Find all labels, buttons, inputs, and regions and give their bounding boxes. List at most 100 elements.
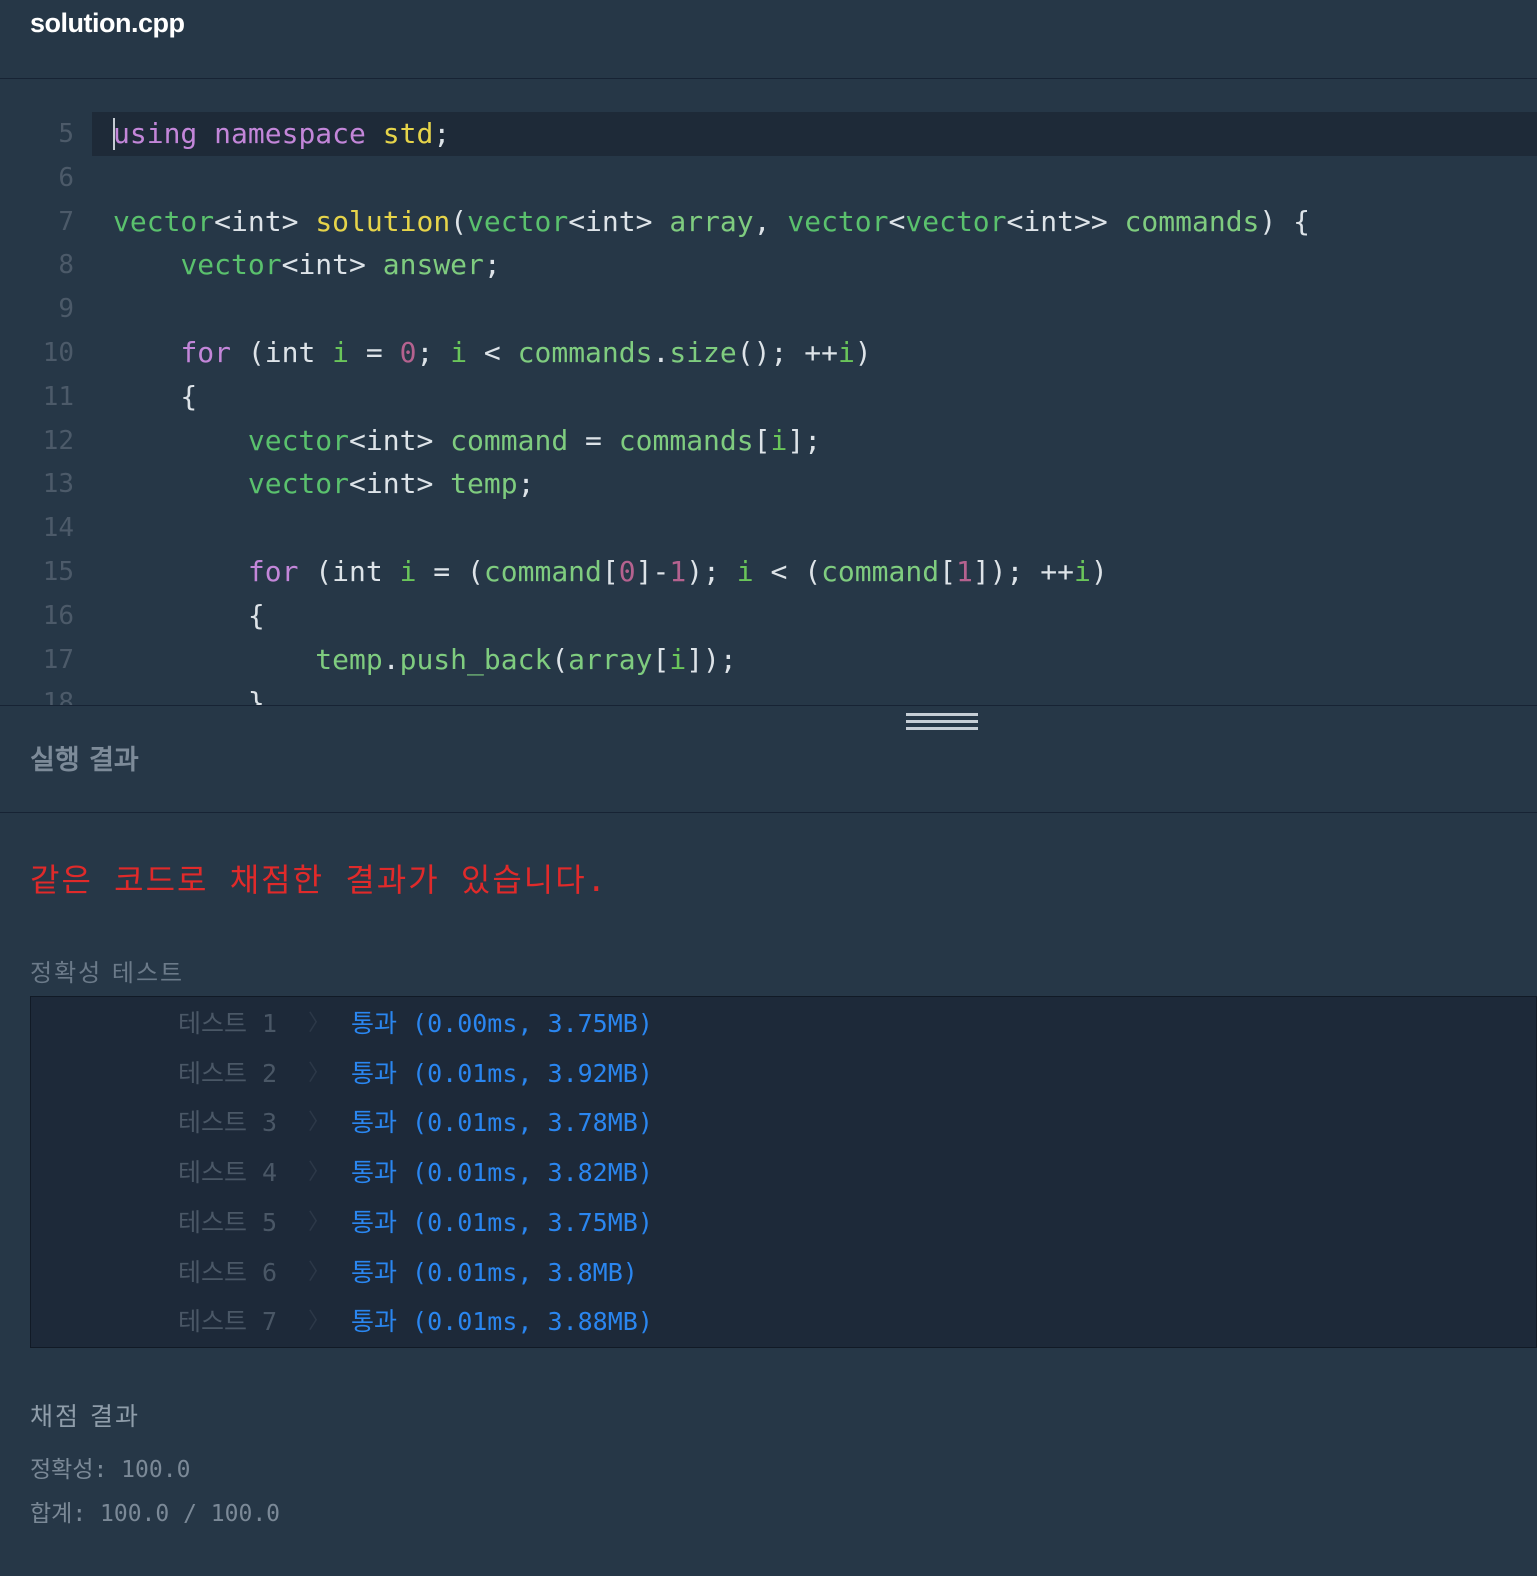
code-token: vector — [247, 467, 350, 501]
code-line[interactable]: 18 } — [0, 681, 1537, 706]
code-token: namespace — [214, 117, 366, 150]
code-line[interactable]: 5 using namespace std; — [58, 112, 1537, 156]
code-line[interactable]: 8 vector<int> answer; — [0, 243, 1537, 287]
result-divider — [0, 812, 1537, 813]
code-token: , — [753, 204, 788, 238]
line-number: 12 — [42, 425, 74, 456]
score-title: 채점 결과 — [30, 1402, 140, 1431]
file-name: solution.cpp — [30, 8, 185, 38]
code-text: vector<int> command = commands[i]; — [113, 419, 821, 463]
code-token: ; — [483, 248, 501, 282]
code-line[interactable]: 10 for (int i = 0; i < commands.size(); … — [0, 331, 1537, 375]
chevron-right-icon: 〉 — [308, 1160, 331, 1186]
test-result: 통과 (0.01ms, 3.82MB) — [351, 1158, 653, 1188]
code-token: solution — [315, 204, 451, 238]
test-row: 테스트 1 〉 통과 (0.00ms, 3.75MB) — [31, 999, 1531, 1049]
code-token: = — [568, 423, 619, 457]
test-row: 테스트 2 〉 통과 (0.01ms, 3.92MB) — [31, 1049, 1531, 1099]
code-token: vector — [247, 423, 350, 457]
code-text: } — [113, 681, 265, 706]
test-result: 통과 (0.01ms, 3.92MB) — [351, 1058, 653, 1088]
test-label: 테스트 2 — [178, 1058, 278, 1088]
code-token: i — [450, 336, 468, 369]
code-line[interactable]: 13 vector<int> temp; — [0, 462, 1537, 506]
code-token: array — [669, 204, 754, 238]
code-token: (); ++ — [736, 336, 838, 369]
code-text: vector<int> answer; — [113, 243, 501, 287]
file-tab-header: solution.cpp — [0, 0, 1537, 79]
test-label: 테스트 1 — [178, 1009, 278, 1038]
code-token: . — [382, 642, 400, 676]
code-token: i — [399, 555, 417, 588]
test-label: 테스트 3 — [178, 1108, 278, 1138]
code-token: ) — [1090, 555, 1108, 588]
code-line[interactable]: 16 { — [0, 594, 1537, 638]
line-number: 13 — [42, 469, 74, 500]
code-token: ]); — [686, 642, 737, 676]
accuracy-test-title: 정확성 테스트 — [30, 959, 185, 987]
code-token: temp — [315, 642, 383, 676]
code-token: answer — [382, 248, 484, 282]
line-number: 17 — [42, 644, 74, 675]
code-token: vector — [905, 204, 1007, 238]
code-token: [ — [652, 642, 670, 676]
code-token: (int — [231, 336, 333, 369]
line-number: 7 — [58, 206, 74, 237]
code-token: i — [736, 555, 754, 588]
resize-handle[interactable] — [906, 713, 978, 733]
test-row: 테스트 3 〉 통과 (0.01ms, 3.78MB) — [31, 1098, 1531, 1148]
accuracy-score: 정확성: 100.0 — [30, 1457, 191, 1483]
code-line[interactable]: 11 { — [0, 375, 1537, 419]
test-row: 테스트 7 〉 통과 (0.01ms, 3.88MB) — [31, 1297, 1531, 1347]
code-token: i — [837, 336, 855, 369]
code-token: ]- — [635, 555, 670, 588]
code-line[interactable]: 17 temp.push_back(array[i]); — [0, 638, 1537, 682]
code-token: [ — [939, 555, 956, 588]
code-token: <int>> — [1006, 204, 1125, 238]
test-label: 테스트 5 — [178, 1207, 278, 1237]
code-token: = ( — [416, 555, 484, 588]
code-token: } — [113, 686, 265, 706]
code-token: ]); ++ — [972, 555, 1074, 588]
code-token: <int> — [349, 467, 451, 501]
test-label: 테스트 4 — [178, 1158, 278, 1188]
code-token: array — [568, 642, 653, 676]
line-number: 16 — [42, 600, 74, 631]
code-text: temp.push_back(array[i]); — [113, 638, 737, 682]
test-row: 테스트 5 〉 통과 (0.01ms, 3.75MB) — [31, 1198, 1531, 1248]
code-line[interactable]: 12 vector<int> command = commands[i]; — [0, 419, 1537, 463]
code-text: for (int i = (command[0]-1); i < (comman… — [113, 550, 1108, 594]
line-number: 9 — [58, 294, 74, 325]
code-token: vector — [787, 204, 889, 238]
duplicate-message: 같은 코드로 채점한 결과가 있습니다. — [30, 861, 608, 899]
code-line[interactable]: 14 — [0, 506, 1537, 550]
code-token: { — [113, 598, 265, 632]
code-token: size — [669, 336, 737, 369]
code-token: 1 — [669, 555, 687, 588]
test-label: 테스트 6 — [178, 1257, 278, 1287]
code-token: ( — [551, 642, 569, 676]
chevron-right-icon: 〉 — [308, 1309, 331, 1335]
code-token: for — [247, 555, 299, 588]
line-number: 18 — [42, 688, 74, 706]
line-number: 6 — [58, 162, 74, 193]
text-caret — [113, 118, 115, 150]
code-token: 1 — [955, 555, 973, 588]
code-line[interactable]: 15 for (int i = (command[0]-1); i < (com… — [0, 550, 1537, 594]
code-token: command — [450, 423, 569, 457]
code-token: i — [770, 423, 788, 457]
code-token: i — [669, 642, 687, 676]
code-line[interactable]: 9 — [0, 287, 1537, 331]
code-line[interactable]: 7 vector<int> solution(vector<int> array,… — [0, 200, 1537, 244]
test-result: 통과 (0.01ms, 3.78MB) — [351, 1108, 653, 1138]
code-editor[interactable]: 5 using namespace std; 6 7 vector<int> solut… — [0, 80, 1537, 706]
code-line[interactable]: 6 — [0, 156, 1537, 200]
code-token: 0 — [618, 555, 636, 588]
code-token: vector — [113, 204, 215, 238]
code-token: using — [113, 117, 198, 150]
code-token: < ( — [753, 555, 822, 588]
